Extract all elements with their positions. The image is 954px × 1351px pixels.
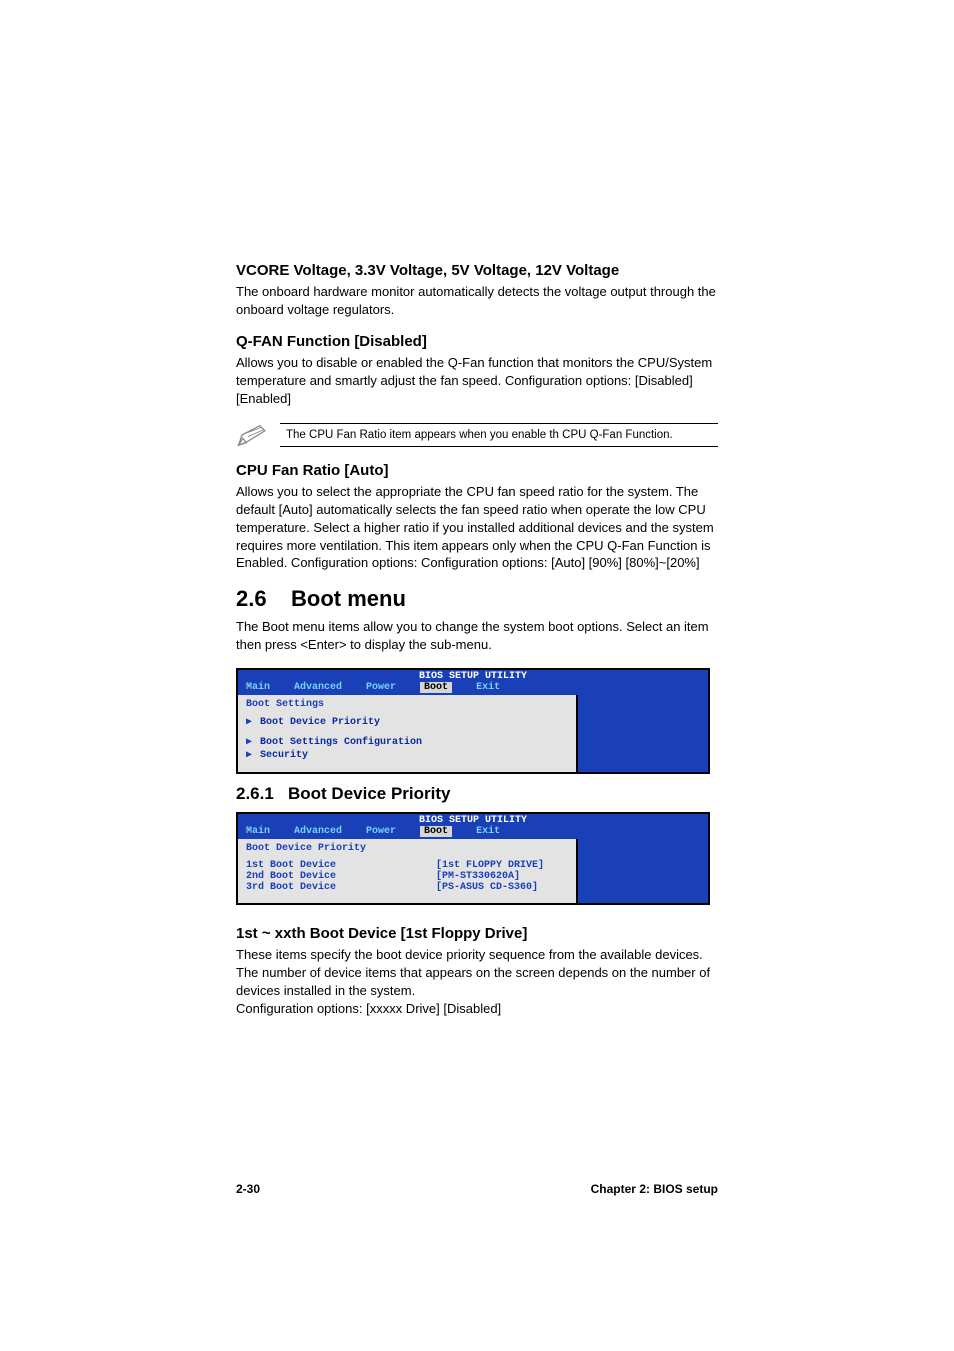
para-cpu-fan-ratio: Allows you to select the appropriate the… bbox=[236, 483, 718, 573]
bios-tab-main: Main bbox=[246, 826, 270, 837]
bios-item-security: ▶ Security bbox=[246, 749, 568, 761]
bios-item-label: Boot Settings Configuration bbox=[260, 737, 422, 748]
bios-row-value: [PM-ST330620A] bbox=[436, 871, 520, 882]
bios-panel-title: Boot Device Priority bbox=[246, 843, 568, 854]
bios-row-2nd-boot: 2nd Boot Device [PM-ST330620A] bbox=[246, 871, 568, 882]
note-block: The CPU Fan Ratio item appears when you … bbox=[236, 422, 718, 448]
bios-tab-exit: Exit bbox=[476, 826, 500, 837]
bios-row-key: 1st Boot Device bbox=[246, 860, 436, 871]
bios-tab-main: Main bbox=[246, 682, 270, 693]
heading-cpu-fan-ratio: CPU Fan Ratio [Auto] bbox=[236, 462, 718, 479]
bios-tab-exit: Exit bbox=[476, 682, 500, 693]
heading-1st-xxth: 1st ~ xxth Boot Device [1st Floppy Drive… bbox=[236, 925, 718, 942]
heading-boot-device-priority: 2.6.1 Boot Device Priority bbox=[236, 784, 718, 804]
heading-boot-text: Boot menu bbox=[291, 586, 406, 611]
bios-tab-power: Power bbox=[366, 826, 396, 837]
heading-boot-num: 2.6 bbox=[236, 586, 267, 611]
triangle-right-icon: ▶ bbox=[246, 716, 252, 728]
para-1st-xxth-config: Configuration options: [xxxxx Drive] [Di… bbox=[236, 1000, 718, 1018]
bios-row-3rd-boot: 3rd Boot Device [PS-ASUS CD-S360] bbox=[246, 882, 568, 893]
para-vcore: The onboard hardware monitor automatical… bbox=[236, 283, 718, 319]
bios-row-value: [PS-ASUS CD-S360] bbox=[436, 882, 538, 893]
triangle-right-icon: ▶ bbox=[246, 749, 252, 761]
pencil-icon bbox=[236, 422, 270, 448]
heading-boot-menu: 2.6 Boot menu bbox=[236, 586, 718, 612]
triangle-right-icon: ▶ bbox=[246, 736, 252, 748]
page-footer: 2-30 Chapter 2: BIOS setup bbox=[236, 1182, 718, 1196]
bios-title: BIOS SETUP UTILITY bbox=[238, 670, 708, 682]
para-qfan: Allows you to disable or enabled the Q-F… bbox=[236, 354, 718, 408]
bios-row-key: 3rd Boot Device bbox=[246, 882, 436, 893]
bios-tabs: Main Advanced Power Boot Exit bbox=[238, 682, 708, 695]
bios-panel-title: Boot Settings bbox=[246, 699, 568, 710]
bios-row-1st-boot: 1st Boot Device [1st FLOPPY DRIVE] bbox=[246, 860, 568, 871]
bios-item-boot-device-priority: ▶ Boot Device Priority bbox=[246, 716, 568, 728]
bios-screen-boot-settings: BIOS SETUP UTILITY Main Advanced Power B… bbox=[236, 668, 710, 774]
heading-bdp-num: 2.6.1 bbox=[236, 784, 274, 803]
heading-vcore: VCORE Voltage, 3.3V Voltage, 5V Voltage,… bbox=[236, 262, 718, 279]
bios-tab-advanced: Advanced bbox=[294, 826, 342, 837]
para-1st-xxth: These items specify the boot device prio… bbox=[236, 946, 718, 1000]
chapter-label: Chapter 2: BIOS setup bbox=[591, 1182, 718, 1196]
bios-row-value: [1st FLOPPY DRIVE] bbox=[436, 860, 544, 871]
bios-tabs: Main Advanced Power Boot Exit bbox=[238, 826, 708, 839]
heading-qfan: Q-FAN Function [Disabled] bbox=[236, 333, 718, 350]
bios-tab-advanced: Advanced bbox=[294, 682, 342, 693]
note-text: The CPU Fan Ratio item appears when you … bbox=[280, 424, 718, 446]
para-boot-menu: The Boot menu items allow you to change … bbox=[236, 618, 718, 654]
bios-tab-boot: Boot bbox=[420, 682, 452, 693]
bios-item-label: Security bbox=[260, 750, 308, 761]
bios-screen-boot-device-priority: BIOS SETUP UTILITY Main Advanced Power B… bbox=[236, 812, 710, 905]
bios-item-label: Boot Device Priority bbox=[260, 717, 380, 728]
page-number: 2-30 bbox=[236, 1182, 260, 1196]
bios-row-key: 2nd Boot Device bbox=[246, 871, 436, 882]
heading-bdp-text: Boot Device Priority bbox=[288, 784, 451, 803]
bios-tab-boot: Boot bbox=[420, 826, 452, 837]
bios-title: BIOS SETUP UTILITY bbox=[238, 814, 708, 826]
bios-item-boot-settings-config: ▶ Boot Settings Configuration bbox=[246, 736, 568, 748]
bios-tab-power: Power bbox=[366, 682, 396, 693]
